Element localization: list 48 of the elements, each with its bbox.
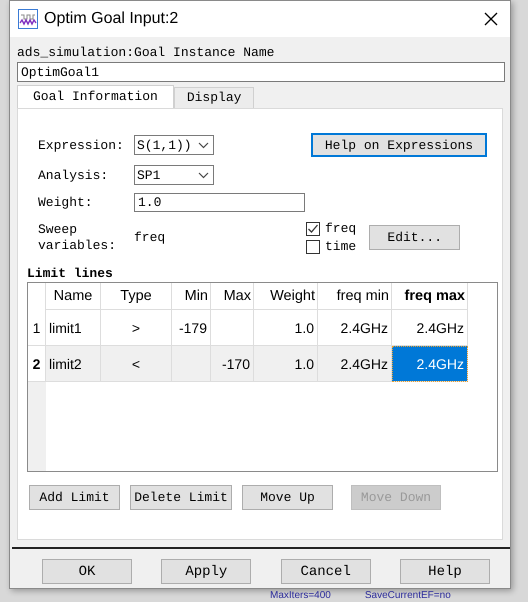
expression-dropdown[interactable]: S(1,1))	[134, 135, 214, 155]
background-text: MaxIters=400	[270, 590, 331, 602]
table-cell: 2.4GHz	[318, 346, 392, 382]
analysis-dropdown[interactable]: SP1	[134, 165, 214, 185]
background-text: SaveCurrentEF=no	[364, 590, 451, 602]
help-button[interactable]: Help on Expressions	[311, 133, 487, 157]
caret-icon	[198, 142, 209, 148]
dialog-button[interactable]: OK	[42, 559, 132, 584]
weight-label: Weight:	[37, 195, 94, 210]
column-header[interactable]: Max	[211, 283, 254, 310]
column-header[interactable]: Min	[172, 283, 211, 310]
dialog-button[interactable]: Apply	[161, 559, 252, 584]
table-cell: 2.4GHz	[392, 346, 468, 382]
analysis-label: Analysis:	[37, 168, 110, 182]
limit-button[interactable]: Add Limit	[29, 485, 120, 510]
weight-field[interactable]: 1.0	[134, 193, 305, 212]
column-header[interactable]: Type	[101, 283, 172, 310]
instance-name-label: ads_simulation:Goal Instance Name	[17, 45, 276, 61]
sweep-variables-label: Sweep variables:	[37, 222, 118, 254]
column-header[interactable]: Name	[46, 283, 101, 310]
dialog-button[interactable]: Cancel	[280, 559, 371, 584]
table-cell	[172, 346, 211, 382]
column-header[interactable]: freq max	[392, 283, 468, 310]
caret-icon	[198, 172, 209, 178]
table-cell: 1.0	[254, 346, 318, 382]
checkbox[interactable]	[306, 222, 320, 236]
dialog-button[interactable]: Help	[400, 559, 490, 584]
instance-name-field[interactable]: OptimGoal1	[17, 62, 505, 82]
column-header[interactable]: freq min	[318, 283, 392, 310]
checkbox-label: time	[325, 239, 356, 254]
checkbox[interactable]	[306, 240, 320, 254]
limit-button[interactable]: Move Up	[242, 485, 333, 510]
column-header[interactable]: Weight	[254, 283, 318, 310]
row-number[interactable]: 1	[28, 310, 46, 346]
tab[interactable]: Goal Information	[17, 85, 174, 108]
waveform-icon	[18, 9, 38, 29]
close-icon[interactable]	[484, 12, 498, 26]
window-title: Optim Goal Input:2	[44, 10, 180, 28]
tab[interactable]: Display	[174, 87, 254, 108]
checkbox-label: freq	[325, 221, 356, 236]
edit-button[interactable]: Edit...	[369, 225, 460, 250]
limit-button[interactable]: Delete Limit	[130, 485, 232, 510]
table-cell: -170	[211, 346, 254, 382]
table-cell: <	[101, 346, 172, 382]
expression-label: Expression:	[37, 138, 125, 152]
sweep-variables-value: freq	[134, 230, 166, 245]
table-cell: limit2	[46, 346, 101, 382]
limit-lines-heading: Limit lines	[27, 267, 114, 281]
